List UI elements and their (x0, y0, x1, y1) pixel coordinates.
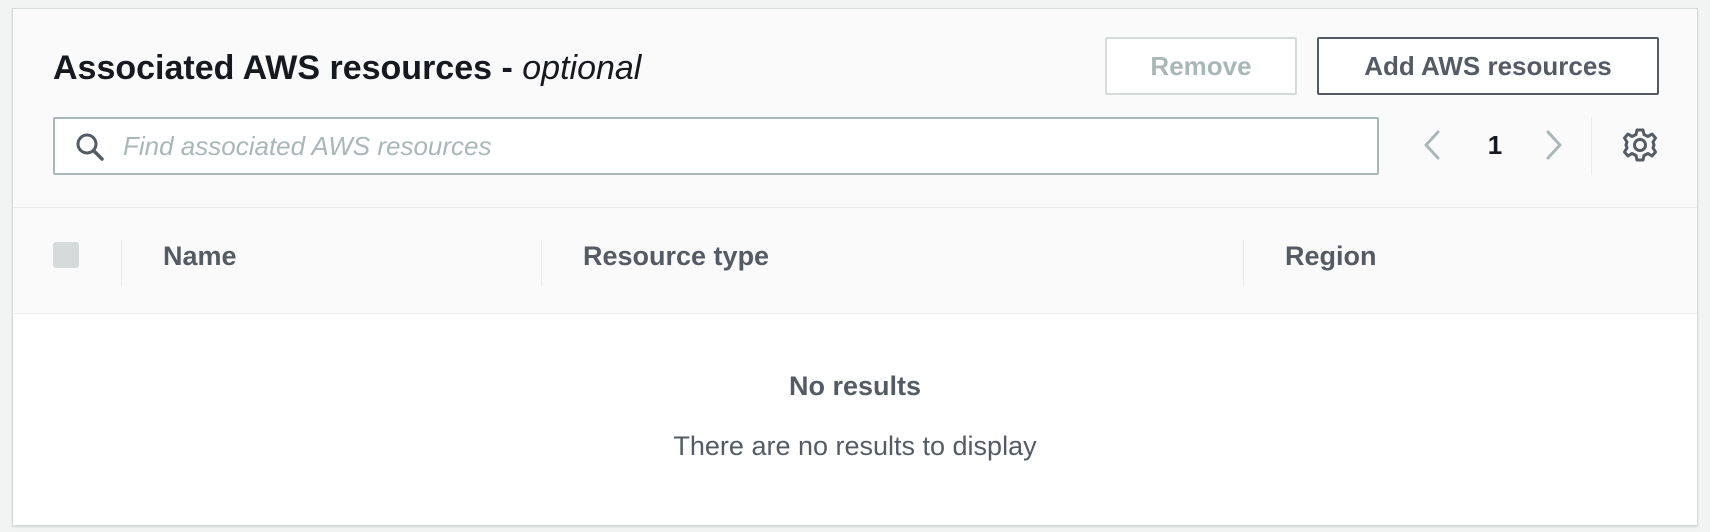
column-header-name[interactable]: Name (163, 241, 237, 272)
empty-state-title: No results (788, 371, 922, 401)
chevron-right-icon[interactable] (1535, 127, 1571, 163)
column-divider[interactable] (1243, 240, 1244, 286)
search-icon (76, 133, 104, 161)
panel-title: Associated AWS resources - optional (53, 49, 641, 88)
chevron-left-icon[interactable] (1415, 127, 1451, 163)
panel-title-optional: optional (522, 49, 642, 87)
select-all-checkbox[interactable] (53, 242, 79, 268)
panel-header: Associated AWS resources - optional Remo… (13, 9, 1697, 208)
panel-title-text: Associated AWS resources (53, 49, 493, 87)
panel-title-separator: - (501, 49, 513, 87)
column-divider[interactable] (541, 240, 542, 286)
search-input[interactable] (123, 119, 1363, 173)
search-field[interactable] (53, 117, 1379, 175)
empty-state-description: There are no results to display (673, 431, 1037, 461)
column-header-region[interactable]: Region (1285, 241, 1377, 272)
column-divider[interactable] (121, 240, 122, 286)
add-aws-resources-button[interactable]: Add AWS resources (1317, 37, 1659, 95)
table-header: Name Resource type Region (13, 208, 1697, 314)
remove-button[interactable]: Remove (1105, 37, 1297, 95)
column-header-resource-type[interactable]: Resource type (583, 241, 769, 272)
pagination-divider (1591, 117, 1592, 175)
current-page-number[interactable]: 1 (1479, 127, 1511, 163)
gear-icon[interactable] (1622, 127, 1658, 163)
associated-resources-panel: Associated AWS resources - optional Remo… (12, 8, 1698, 526)
